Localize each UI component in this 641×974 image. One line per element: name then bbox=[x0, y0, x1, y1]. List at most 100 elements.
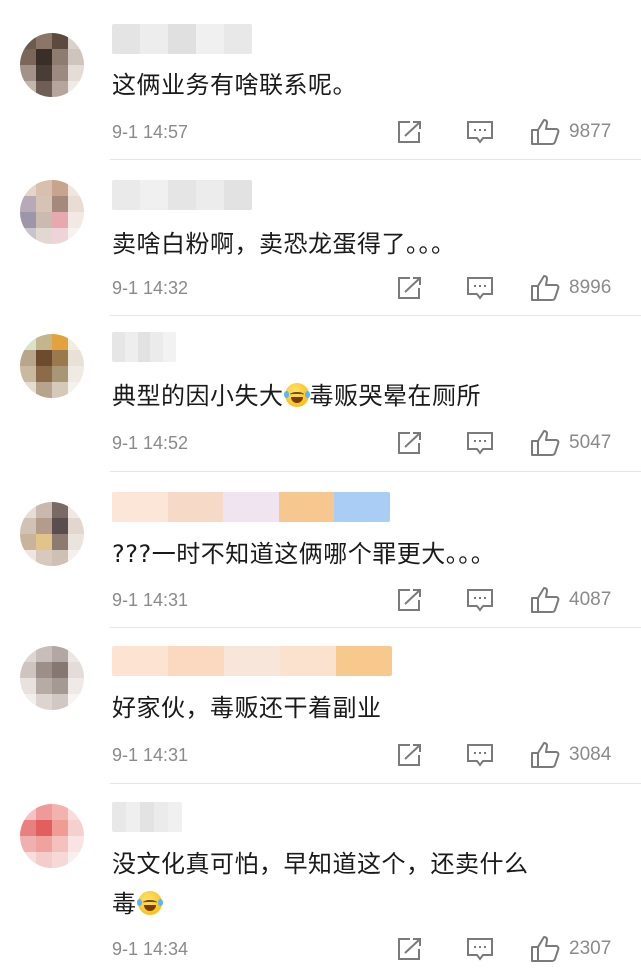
share-icon[interactable] bbox=[396, 119, 424, 145]
comment-icon[interactable] bbox=[466, 588, 494, 612]
avatar[interactable] bbox=[20, 180, 84, 244]
avatar-pixel bbox=[68, 228, 84, 244]
comment-icon[interactable] bbox=[466, 937, 494, 961]
avatar-pixel bbox=[68, 662, 84, 678]
username-blurred[interactable] bbox=[112, 802, 182, 832]
avatar-pixel bbox=[36, 678, 52, 694]
avatar-pixel bbox=[68, 646, 84, 662]
avatar-pixel bbox=[52, 350, 68, 366]
username-blurred[interactable] bbox=[112, 180, 252, 210]
avatar-pixel bbox=[20, 694, 36, 710]
avatar-pixel bbox=[68, 804, 84, 820]
username-pixel bbox=[168, 180, 196, 210]
avatar-pixel bbox=[52, 502, 68, 518]
avatar-pixel bbox=[20, 852, 36, 868]
comment-text-part: 典型的因小失大 bbox=[112, 382, 284, 410]
avatar[interactable] bbox=[20, 502, 84, 566]
username-pixel bbox=[124, 332, 138, 362]
username-pixel bbox=[140, 802, 154, 832]
username-blurred[interactable] bbox=[112, 646, 392, 676]
comment-icon[interactable] bbox=[466, 276, 494, 300]
avatar-pixel bbox=[20, 334, 36, 350]
avatar-pixel bbox=[68, 350, 84, 366]
like-button[interactable]: 4087 bbox=[530, 585, 611, 615]
avatar-pixel bbox=[52, 382, 68, 398]
timestamp: 9-1 14:52 bbox=[112, 433, 189, 453]
avatar-pixel bbox=[36, 196, 52, 212]
avatar-pixel bbox=[20, 81, 36, 97]
share-icon[interactable] bbox=[396, 275, 424, 301]
avatar-pixel bbox=[52, 518, 68, 534]
username-pixel bbox=[112, 646, 168, 676]
comment-text-part: 毒贩哭晕在厕所 bbox=[309, 382, 481, 410]
avatar-pixel bbox=[36, 804, 52, 820]
username-blurred[interactable] bbox=[112, 332, 176, 362]
avatar-pixel bbox=[52, 212, 68, 228]
comment-text: 这俩业务有啥联系呢。 bbox=[112, 71, 357, 99]
avatar-pixel bbox=[20, 228, 36, 244]
like-button[interactable]: 2307 bbox=[530, 934, 611, 964]
avatar-pixel bbox=[52, 694, 68, 710]
comment-meta: 9-1 14:57 9877 bbox=[112, 117, 622, 147]
avatar-pixel bbox=[52, 820, 68, 836]
comment-icon[interactable] bbox=[466, 120, 494, 144]
laugh-cry-emoji-icon bbox=[283, 383, 310, 407]
avatar-pixel bbox=[52, 334, 68, 350]
avatar-pixel bbox=[68, 550, 84, 566]
avatar-pixel bbox=[52, 33, 68, 49]
avatar-pixel bbox=[36, 534, 52, 550]
comment-meta: 9-1 14:31 3084 bbox=[112, 740, 622, 770]
username-pixel bbox=[224, 646, 280, 676]
avatar-pixel bbox=[52, 804, 68, 820]
like-button[interactable]: 5047 bbox=[530, 428, 611, 458]
comment-item: 典型的因小失大 毒贩哭晕在厕所 9-1 14:52 5047 bbox=[0, 316, 641, 472]
avatar[interactable] bbox=[20, 646, 84, 710]
avatar-pixel bbox=[68, 196, 84, 212]
avatar-pixel bbox=[36, 334, 52, 350]
username-pixel bbox=[112, 24, 140, 54]
avatar-pixel bbox=[52, 852, 68, 868]
avatar-pixel bbox=[20, 662, 36, 678]
username-pixel bbox=[196, 24, 224, 54]
like-count: 9877 bbox=[569, 121, 612, 142]
share-icon[interactable] bbox=[396, 430, 424, 456]
comment-icon[interactable] bbox=[466, 743, 494, 767]
comment-icon[interactable] bbox=[466, 431, 494, 455]
like-button[interactable]: 9877 bbox=[530, 117, 611, 147]
avatar[interactable] bbox=[20, 804, 84, 868]
avatar[interactable] bbox=[20, 33, 84, 97]
comment-text: 好家伙，毒贩还干着副业 bbox=[112, 694, 382, 722]
username-pixel bbox=[140, 24, 168, 54]
avatar-pixel bbox=[52, 678, 68, 694]
username-pixel bbox=[140, 180, 168, 210]
share-icon[interactable] bbox=[396, 742, 424, 768]
avatar-pixel bbox=[20, 49, 36, 65]
avatar-pixel bbox=[68, 694, 84, 710]
share-icon[interactable] bbox=[396, 587, 424, 613]
avatar-pixel bbox=[68, 678, 84, 694]
like-button[interactable]: 8996 bbox=[530, 273, 611, 303]
share-icon[interactable] bbox=[396, 936, 424, 962]
thumbs-up-icon bbox=[531, 275, 560, 301]
avatar-pixel bbox=[20, 836, 36, 852]
avatar-pixel bbox=[68, 836, 84, 852]
username-pixel bbox=[336, 646, 392, 676]
username-pixel bbox=[167, 492, 224, 522]
avatar-pixel bbox=[52, 196, 68, 212]
avatar-pixel bbox=[36, 646, 52, 662]
username-pixel bbox=[280, 646, 336, 676]
avatar-pixel bbox=[20, 212, 36, 228]
avatar-pixel bbox=[36, 852, 52, 868]
avatar-pixel bbox=[36, 228, 52, 244]
comment-text-part: 毒 bbox=[112, 890, 137, 918]
avatar-pixel bbox=[68, 81, 84, 97]
username-blurred[interactable] bbox=[112, 24, 252, 54]
avatar-pixel bbox=[20, 550, 36, 566]
avatar[interactable] bbox=[20, 334, 84, 398]
avatar-pixel bbox=[52, 550, 68, 566]
comment-text: 典型的因小失大 毒贩哭晕在厕所 bbox=[112, 376, 612, 416]
like-button[interactable]: 3084 bbox=[530, 740, 611, 770]
comment-text: ???一时不知道这俩哪个罪更大。。。 bbox=[112, 540, 496, 568]
avatar-pixel bbox=[68, 534, 84, 550]
username-blurred[interactable] bbox=[112, 492, 390, 522]
